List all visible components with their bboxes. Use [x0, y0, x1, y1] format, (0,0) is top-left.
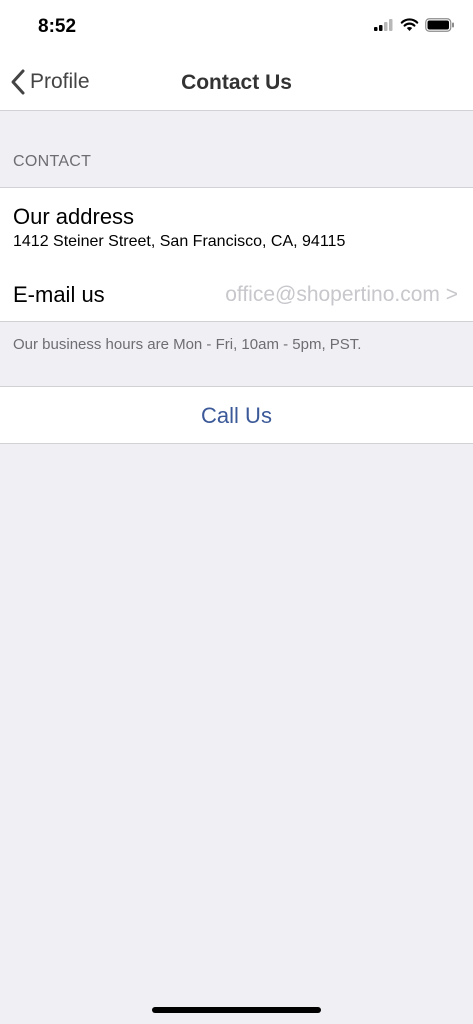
- address-value: 1412 Steiner Street, San Francisco, CA, …: [13, 233, 346, 250]
- battery-icon: [425, 18, 454, 32]
- email-label: E-mail us: [13, 282, 105, 307]
- status-time: 8:52: [38, 16, 77, 37]
- email-value: office@shopertino.com >: [225, 283, 458, 306]
- signal-icon: [374, 19, 393, 31]
- section-header-contact: CONTACT: [13, 153, 92, 170]
- status-icons: [374, 18, 455, 32]
- contact-group: Our address 1412 Steiner Street, San Fra…: [0, 187, 473, 322]
- nav-bar: Profile Contact Us: [0, 56, 473, 111]
- call-us-label: Call Us: [201, 403, 272, 428]
- status-bar: 8:52: [0, 0, 473, 56]
- email-row[interactable]: E-mail us office@shopertino.com >: [0, 268, 473, 320]
- page-title: Contact Us: [181, 71, 292, 94]
- home-indicator[interactable]: [152, 1007, 321, 1013]
- wifi-icon: [400, 18, 419, 31]
- address-title: Our address: [13, 204, 135, 229]
- business-hours-note: Our business hours are Mon - Fri, 10am -…: [13, 336, 362, 353]
- call-us-button[interactable]: Call Us: [0, 386, 473, 444]
